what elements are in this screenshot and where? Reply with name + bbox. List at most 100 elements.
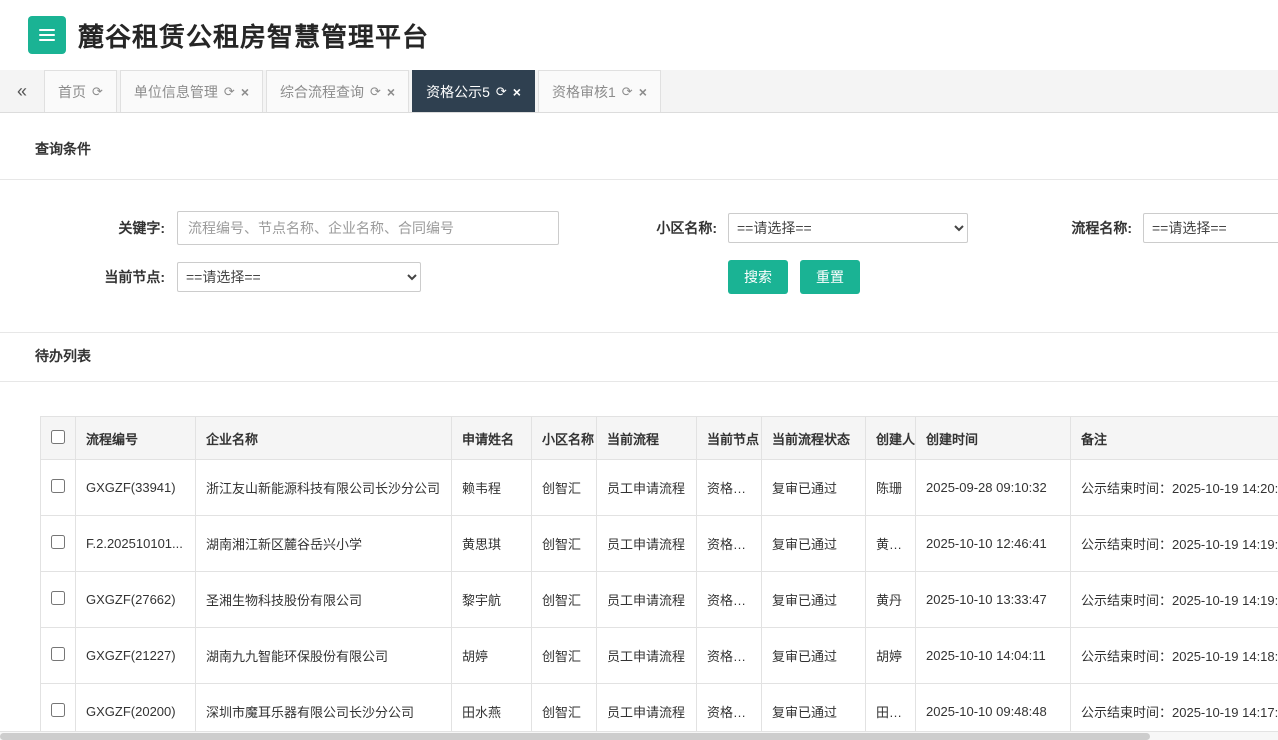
cell-created-at: 2025-10-10 13:33:47 xyxy=(916,572,1071,628)
cell-flow-status: 复审已通过 xyxy=(762,628,866,684)
col-community: 小区名称 xyxy=(532,417,597,460)
cell-flow-status: 复审已通过 xyxy=(762,516,866,572)
cell-flow-no: GXGZF(21227) xyxy=(76,628,196,684)
cell-remark: 公示结束时间：2025-10-19 14:19:35 xyxy=(1071,516,1278,572)
cell-community: 创智汇 xyxy=(532,572,597,628)
col-current-flow: 当前流程 xyxy=(597,417,697,460)
collapse-tabs-button[interactable]: « xyxy=(0,70,44,112)
cell-remark: 公示结束时间：2025-10-19 14:18:10 xyxy=(1071,628,1278,684)
cell-company: 圣湘生物科技股份有限公司 xyxy=(196,572,452,628)
keyword-label: 关键字: xyxy=(35,218,165,238)
cell-current-node: 资格公示 xyxy=(697,516,762,572)
row-checkbox[interactable] xyxy=(51,703,65,717)
cell-creator: 黄丹 xyxy=(866,572,916,628)
tab-label: 综合流程查询 xyxy=(280,82,364,102)
hamburger-icon xyxy=(39,34,55,36)
cell-flow-no: GXGZF(33941) xyxy=(76,460,196,516)
col-remark: 备注 xyxy=(1071,417,1278,460)
tab-unit-info-management[interactable]: 单位信息管理 ⟳ × xyxy=(120,70,263,112)
tab-bar: « 首页 ⟳ 单位信息管理 ⟳ × 综合流程查询 ⟳ × 资格公示5 ⟳ × 资… xyxy=(0,70,1278,113)
scrollbar-thumb[interactable] xyxy=(0,733,1150,740)
refresh-icon[interactable]: ⟳ xyxy=(224,84,235,100)
refresh-icon[interactable]: ⟳ xyxy=(370,84,381,100)
row-checkbox-cell xyxy=(41,572,76,628)
col-applicant: 申请姓名 xyxy=(452,417,532,460)
cell-community: 创智汇 xyxy=(532,516,597,572)
table-row: F.2.202510101... 湖南湘江新区麓谷岳兴小学 黄思琪 创智汇 员工… xyxy=(41,516,1278,572)
keyword-input[interactable] xyxy=(177,211,559,245)
cell-flow-no: GXGZF(27662) xyxy=(76,572,196,628)
col-company: 企业名称 xyxy=(196,417,452,460)
cell-creator: 黄思琪 xyxy=(866,516,916,572)
close-icon[interactable]: × xyxy=(241,84,249,100)
tab-label: 资格审核1 xyxy=(552,82,616,102)
query-form-row-1: 关键字: 小区名称: ==请选择== 流程名称: ==请选择== xyxy=(35,211,1278,245)
search-button[interactable]: 搜索 xyxy=(728,260,788,294)
community-select[interactable]: ==请选择== xyxy=(728,213,968,243)
tab-process-query[interactable]: 综合流程查询 ⟳ × xyxy=(266,70,409,112)
refresh-icon[interactable]: ⟳ xyxy=(92,84,103,100)
current-node-select[interactable]: ==请选择== xyxy=(177,262,421,292)
cell-company: 湖南九九智能环保股份有限公司 xyxy=(196,628,452,684)
hamburger-icon xyxy=(39,39,55,41)
row-checkbox[interactable] xyxy=(51,647,65,661)
tab-label: 首页 xyxy=(58,82,86,102)
cell-applicant: 胡婷 xyxy=(452,628,532,684)
cell-community: 创智汇 xyxy=(532,628,597,684)
cell-current-flow: 员工申请流程 xyxy=(597,460,697,516)
query-section-title: 查询条件 xyxy=(0,113,1278,180)
cell-remark: 公示结束时间：2025-10-19 14:19:15 xyxy=(1071,572,1278,628)
row-checkbox-cell xyxy=(41,460,76,516)
cell-remark: 公示结束时间：2025-10-19 14:20:44 xyxy=(1071,460,1278,516)
cell-flow-status: 复审已通过 xyxy=(762,572,866,628)
cell-current-node: 资格公示 xyxy=(697,628,762,684)
cell-created-at: 2025-10-10 14:04:11 xyxy=(916,628,1071,684)
tab-label: 单位信息管理 xyxy=(134,82,218,102)
todo-section-title: 待办列表 xyxy=(0,333,1278,382)
page-title: 麓谷租赁公租房智慧管理平台 xyxy=(78,17,429,54)
close-icon[interactable]: × xyxy=(639,84,647,100)
cell-company: 湖南湘江新区麓谷岳兴小学 xyxy=(196,516,452,572)
col-flow-no: 流程编号 xyxy=(76,417,196,460)
cell-created-at: 2025-09-28 09:10:32 xyxy=(916,460,1071,516)
cell-applicant: 黄思琪 xyxy=(452,516,532,572)
todo-table-wrap: 流程编号 企业名称 申请姓名 小区名称 当前流程 当前节点 当前流程状态 创建人… xyxy=(40,416,1278,740)
cell-created-at: 2025-10-10 12:46:41 xyxy=(916,516,1071,572)
select-all-cell xyxy=(41,417,76,460)
community-label: 小区名称: xyxy=(625,218,717,238)
table-row: GXGZF(33941) 浙江友山新能源科技有限公司长沙分公司 赖韦程 创智汇 … xyxy=(41,460,1278,516)
flow-name-label: 流程名称: xyxy=(1040,218,1132,238)
select-all-checkbox[interactable] xyxy=(51,430,65,444)
cell-creator: 胡婷 xyxy=(866,628,916,684)
col-flow-status: 当前流程状态 xyxy=(762,417,866,460)
tab-label: 资格公示5 xyxy=(426,82,490,102)
row-checkbox-cell xyxy=(41,628,76,684)
col-created-at: 创建时间 xyxy=(916,417,1071,460)
refresh-icon[interactable]: ⟳ xyxy=(496,84,507,100)
query-form-row-2: 当前节点: ==请选择== 搜索 重置 xyxy=(35,260,1278,294)
row-checkbox[interactable] xyxy=(51,591,65,605)
hamburger-menu-button[interactable] xyxy=(28,16,66,54)
cell-creator: 陈珊 xyxy=(866,460,916,516)
row-checkbox[interactable] xyxy=(51,535,65,549)
refresh-icon[interactable]: ⟳ xyxy=(622,84,633,100)
tab-qualification-review[interactable]: 资格审核1 ⟳ × xyxy=(538,70,661,112)
horizontal-scrollbar[interactable] xyxy=(0,731,1278,740)
page: 麓谷租赁公租房智慧管理平台 « 首页 ⟳ 单位信息管理 ⟳ × 综合流程查询 ⟳… xyxy=(0,0,1278,740)
cell-current-flow: 员工申请流程 xyxy=(597,628,697,684)
cell-company: 浙江友山新能源科技有限公司长沙分公司 xyxy=(196,460,452,516)
cell-flow-status: 复审已通过 xyxy=(762,460,866,516)
tab-qualification-publicity[interactable]: 资格公示5 ⟳ × xyxy=(412,70,535,112)
tab-home[interactable]: 首页 ⟳ xyxy=(44,70,117,112)
reset-button[interactable]: 重置 xyxy=(800,260,860,294)
top-header: 麓谷租赁公租房智慧管理平台 xyxy=(0,0,1278,70)
row-checkbox-cell xyxy=(41,516,76,572)
cell-current-flow: 员工申请流程 xyxy=(597,572,697,628)
cell-community: 创智汇 xyxy=(532,460,597,516)
table-row: GXGZF(27662) 圣湘生物科技股份有限公司 黎宇航 创智汇 员工申请流程… xyxy=(41,572,1278,628)
flow-name-select[interactable]: ==请选择== xyxy=(1143,213,1278,243)
close-icon[interactable]: × xyxy=(513,84,521,100)
close-icon[interactable]: × xyxy=(387,84,395,100)
row-checkbox[interactable] xyxy=(51,479,65,493)
todo-table: 流程编号 企业名称 申请姓名 小区名称 当前流程 当前节点 当前流程状态 创建人… xyxy=(40,416,1278,740)
